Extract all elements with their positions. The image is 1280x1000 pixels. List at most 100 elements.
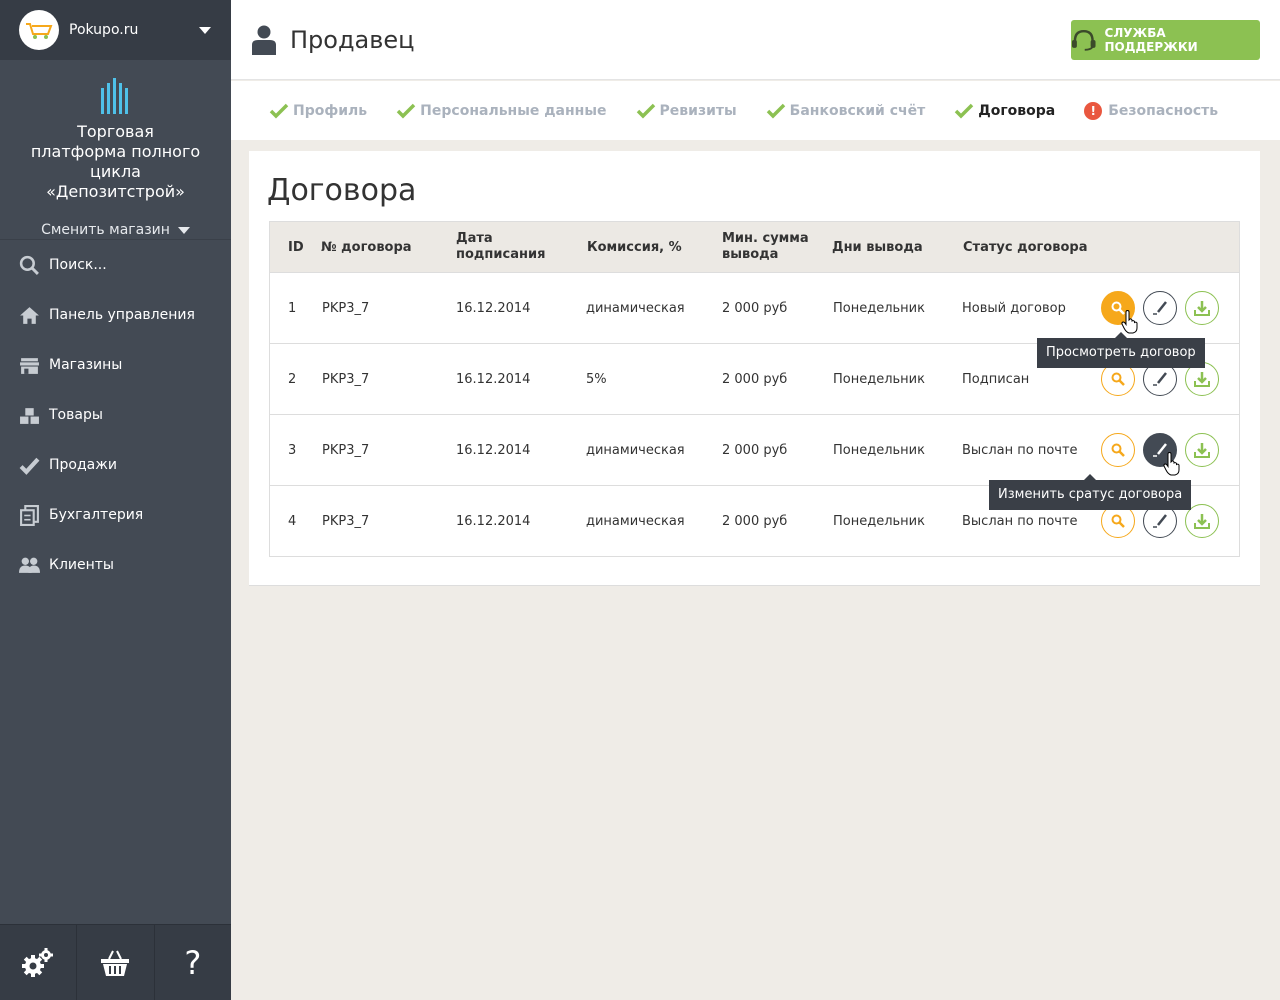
- sidebar-nav: Поиск... Панель управления Магазины Това…: [0, 240, 231, 590]
- tab-label: Профиль: [293, 102, 368, 119]
- tab-requisites[interactable]: Ревизиты: [636, 103, 737, 119]
- sidebar: Pokupo.ru Торговая платформа полного цик…: [0, 0, 231, 1000]
- cell-min-sum: 2 000 руб: [722, 513, 788, 529]
- cell-date: 16.12.2014: [456, 442, 531, 458]
- brand-block: Торговая платформа полного цикла «Депози…: [0, 60, 231, 240]
- brand-title-line: Торговая: [77, 122, 154, 141]
- tab-profile[interactable]: Профиль: [269, 103, 367, 119]
- section-title: Договора: [267, 173, 417, 208]
- column-header-commission: Комиссия, %: [587, 239, 682, 255]
- cell-status: Новый договор: [962, 300, 1066, 316]
- tooltip-view-contract: Просмотреть договор: [1037, 332, 1205, 368]
- chevron-down-icon: [177, 226, 190, 234]
- tab-security[interactable]: ! Безопасность: [1084, 101, 1218, 120]
- cell-commission: динамическая: [586, 513, 685, 529]
- help-icon: ?: [184, 943, 202, 982]
- sidebar-item-label: Товары: [49, 407, 103, 423]
- cell-days: Понедельник: [833, 371, 925, 387]
- column-header-days: Дни вывода: [832, 239, 923, 255]
- sidebar-item-search[interactable]: Поиск...: [0, 240, 231, 290]
- tab-label: Ревизиты: [659, 102, 737, 119]
- help-button[interactable]: ?: [155, 925, 231, 1000]
- home-icon: [20, 306, 39, 324]
- cell-status: Выслан по почте: [962, 513, 1078, 529]
- sidebar-item-sales[interactable]: Продажи: [0, 440, 231, 490]
- settings-button[interactable]: [0, 925, 78, 1000]
- chevron-down-icon[interactable]: [199, 27, 211, 34]
- cell-number: PKP3_7: [322, 371, 370, 387]
- documents-icon: [20, 504, 39, 526]
- store-name: Pokupo.ru: [69, 22, 139, 38]
- store-switcher[interactable]: Pokupo.ru: [0, 0, 231, 60]
- tab-label: Банковский счёт: [789, 102, 926, 119]
- check-icon: [766, 103, 785, 118]
- contracts-panel: Договора ID № договора Дата подписания Ко…: [249, 151, 1260, 586]
- check-icon: [955, 103, 974, 118]
- cell-date: 16.12.2014: [456, 300, 531, 316]
- edit-status-button[interactable]: [1143, 291, 1177, 325]
- cell-date: 16.12.2014: [456, 371, 531, 387]
- store-logo: [19, 10, 59, 50]
- column-header-min-sum: Мин. сумма вывода: [722, 231, 809, 263]
- sidebar-bottom-bar: ?: [0, 924, 231, 1000]
- search-icon: [1111, 443, 1125, 457]
- download-icon: [1194, 514, 1210, 529]
- pen-icon: [1153, 372, 1167, 386]
- brand-title-line: платформа полного цикла: [30, 142, 201, 181]
- sidebar-item-products[interactable]: Товары: [0, 390, 231, 440]
- row-actions: [1101, 433, 1219, 467]
- check-icon: [269, 103, 289, 118]
- view-contract-button[interactable]: [1101, 433, 1135, 467]
- cell-min-sum: 2 000 руб: [722, 371, 788, 387]
- download-icon: [1194, 443, 1210, 458]
- alert-icon: !: [1084, 101, 1103, 120]
- sidebar-item-accounting[interactable]: Бухгалтерия: [0, 490, 231, 540]
- page-header: Продавец СЛУЖБА ПОДДЕРЖКИ: [231, 0, 1280, 80]
- column-header-date: Дата подписания: [456, 231, 545, 263]
- sidebar-item-label: Магазины: [49, 357, 123, 373]
- tooltip-edit-status: Изменить сратус договора: [989, 474, 1192, 510]
- download-icon: [1194, 372, 1210, 387]
- cell-min-sum: 2 000 руб: [722, 300, 788, 316]
- switch-store-label: Сменить магазин: [41, 222, 170, 238]
- column-header-date-line: Дата: [456, 231, 493, 246]
- search-icon: [1111, 372, 1125, 386]
- sidebar-item-dashboard[interactable]: Панель управления: [0, 290, 231, 340]
- boxes-icon: [20, 407, 39, 424]
- sidebar-item-label: Поиск...: [49, 257, 107, 273]
- sidebar-item-label: Панель управления: [49, 307, 195, 323]
- download-contract-button[interactable]: [1185, 291, 1219, 325]
- gears-icon: [22, 947, 54, 977]
- cell-commission: динамическая: [586, 442, 685, 458]
- check-icon: [396, 103, 416, 118]
- download-icon: [1194, 301, 1210, 316]
- cell-min-sum: 2 000 руб: [722, 442, 788, 458]
- sidebar-item-clients[interactable]: Клиенты: [0, 540, 231, 590]
- tab-bank-account[interactable]: Банковский счёт: [766, 102, 926, 119]
- cell-id: 1: [288, 300, 297, 316]
- cell-status: Выслан по почте: [962, 442, 1078, 458]
- cell-commission: динамическая: [586, 300, 685, 316]
- page-title: Продавец: [290, 25, 415, 54]
- cell-date: 16.12.2014: [456, 513, 531, 529]
- tab-contracts[interactable]: Договора: [954, 103, 1055, 119]
- table-header: ID № договора Дата подписания Комиссия, %…: [270, 222, 1239, 272]
- switch-store-button[interactable]: Сменить магазин: [0, 222, 231, 238]
- row-actions: [1101, 291, 1219, 325]
- tab-personal-data[interactable]: Персональные данные: [396, 102, 607, 119]
- cell-commission: 5%: [586, 371, 607, 387]
- tab-label: Договора: [978, 102, 1056, 119]
- column-header-min-line: вывода: [722, 247, 779, 262]
- support-button[interactable]: СЛУЖБА ПОДДЕРЖКИ: [1071, 20, 1260, 60]
- cell-days: Понедельник: [833, 442, 925, 458]
- pen-icon: [1153, 301, 1167, 315]
- download-contract-button[interactable]: [1185, 433, 1219, 467]
- cart-button[interactable]: [77, 925, 155, 1000]
- column-header-status: Статус договора: [963, 239, 1088, 255]
- brand-title: Торговая платформа полного цикла «Депози…: [0, 122, 231, 202]
- sidebar-item-label: Бухгалтерия: [49, 507, 144, 523]
- column-header-min-line: Мин. сумма: [722, 231, 809, 246]
- sidebar-item-label: Клиенты: [49, 557, 114, 573]
- sidebar-item-stores[interactable]: Магазины: [0, 340, 231, 390]
- tab-label: Персональные данные: [420, 102, 607, 119]
